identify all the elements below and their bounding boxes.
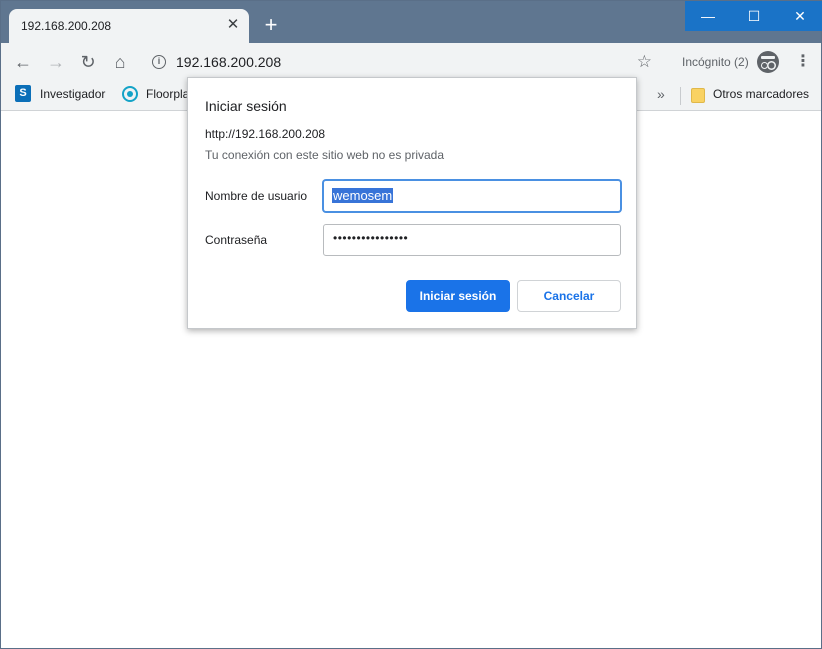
username-value[interactable]: wemosem: [332, 188, 394, 203]
browser-window: 192.168.200.208 ✕ + — ☐ ✕ ← → ↻ ⌂ i 192.…: [0, 0, 822, 649]
back-icon[interactable]: ←: [12, 51, 34, 73]
dialog-privacy-note: Tu conexión con este sitio web no es pri…: [205, 148, 445, 162]
bookmarks-divider: [680, 87, 681, 105]
bookmark-floorplan[interactable]: Floorpla: [146, 87, 189, 101]
bookmark-investigador[interactable]: Investigador: [40, 87, 105, 101]
browser-tab[interactable]: 192.168.200.208 ✕: [9, 9, 249, 43]
dialog-title: Iniciar sesión: [205, 98, 287, 114]
toolbar: ← → ↻ ⌂ i 192.168.200.208 ☆ Incógnito (2…: [1, 43, 821, 81]
tab-close-icon[interactable]: ✕: [225, 17, 241, 33]
username-field[interactable]: wemosem: [323, 180, 621, 212]
menu-icon[interactable]: ⋮: [795, 53, 811, 71]
forward-icon[interactable]: →: [45, 51, 67, 73]
password-value[interactable]: ••••••••••••••••: [333, 231, 408, 245]
folder-icon: [691, 88, 705, 103]
maximize-button[interactable]: ☐: [731, 1, 777, 31]
sharepoint-icon: S: [15, 85, 31, 102]
incognito-label[interactable]: Incógnito (2): [682, 55, 749, 69]
info-icon[interactable]: i: [152, 55, 166, 69]
chevrons-more-icon[interactable]: »: [657, 86, 665, 102]
reload-icon[interactable]: ↻: [77, 51, 99, 73]
bookmark-star-icon[interactable]: ☆: [637, 52, 652, 72]
address-url[interactable]: 192.168.200.208: [176, 54, 281, 70]
home-icon[interactable]: ⌂: [109, 51, 131, 73]
floorplan-icon: [122, 86, 138, 102]
login-dialog: Iniciar sesión http://192.168.200.208 Tu…: [187, 77, 637, 329]
new-tab-icon[interactable]: +: [259, 13, 283, 37]
login-button[interactable]: Iniciar sesión: [406, 280, 510, 312]
title-bar: 192.168.200.208 ✕ + — ☐ ✕: [1, 1, 822, 43]
other-bookmarks[interactable]: Otros marcadores: [713, 87, 809, 101]
dialog-url: http://192.168.200.208: [205, 127, 326, 141]
minimize-button[interactable]: —: [685, 1, 731, 31]
password-label: Contraseña: [205, 233, 268, 247]
tab-title: 192.168.200.208: [21, 19, 112, 33]
cancel-button[interactable]: Cancelar: [517, 280, 621, 312]
close-window-button[interactable]: ✕: [777, 1, 822, 31]
incognito-icon[interactable]: [757, 51, 779, 73]
username-label: Nombre de usuario: [205, 189, 308, 203]
password-field[interactable]: ••••••••••••••••: [323, 224, 621, 256]
address-bar[interactable]: i 192.168.200.208 ☆: [144, 47, 662, 77]
